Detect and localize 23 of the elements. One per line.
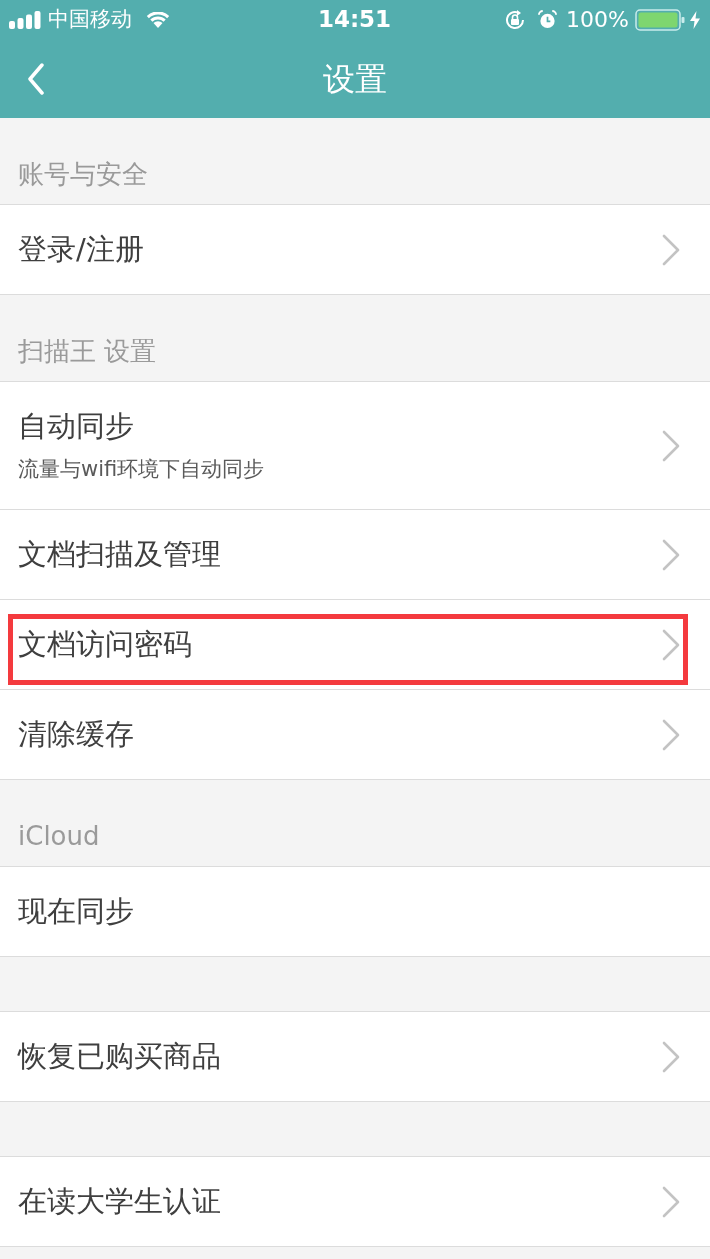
- row-label: 恢复已购买商品: [18, 1039, 221, 1074]
- back-chevron-icon: [27, 63, 45, 95]
- carrier-name: 中国移动: [48, 7, 132, 33]
- row-label: 自动同步: [18, 408, 135, 444]
- page-title: 设置: [323, 59, 387, 99]
- clock-time: 14:51: [317, 6, 392, 34]
- battery-percent: 100%: [566, 6, 629, 34]
- row-subtitle: 流量与wifi环境下自动同步: [18, 457, 265, 483]
- row-label: 登录/注册: [18, 232, 144, 267]
- section-header: 账号与安全: [18, 158, 148, 190]
- alarm-icon: [538, 10, 558, 30]
- signal-icon: [9, 11, 41, 29]
- row-label: 现在同步: [18, 894, 134, 929]
- row-label: 清除缓存: [18, 717, 134, 752]
- wifi-icon: [144, 12, 172, 28]
- row-label: 在读大学生认证: [18, 1184, 221, 1219]
- section-header: iCloud: [18, 820, 100, 852]
- charging-icon: [690, 11, 700, 29]
- orientation-lock-icon: [504, 9, 527, 31]
- row-label: 文档访问密码: [18, 627, 192, 662]
- section-header: 扫描王 设置: [18, 335, 157, 367]
- row-label: 文档扫描及管理: [18, 537, 221, 572]
- battery-icon: [635, 9, 685, 31]
